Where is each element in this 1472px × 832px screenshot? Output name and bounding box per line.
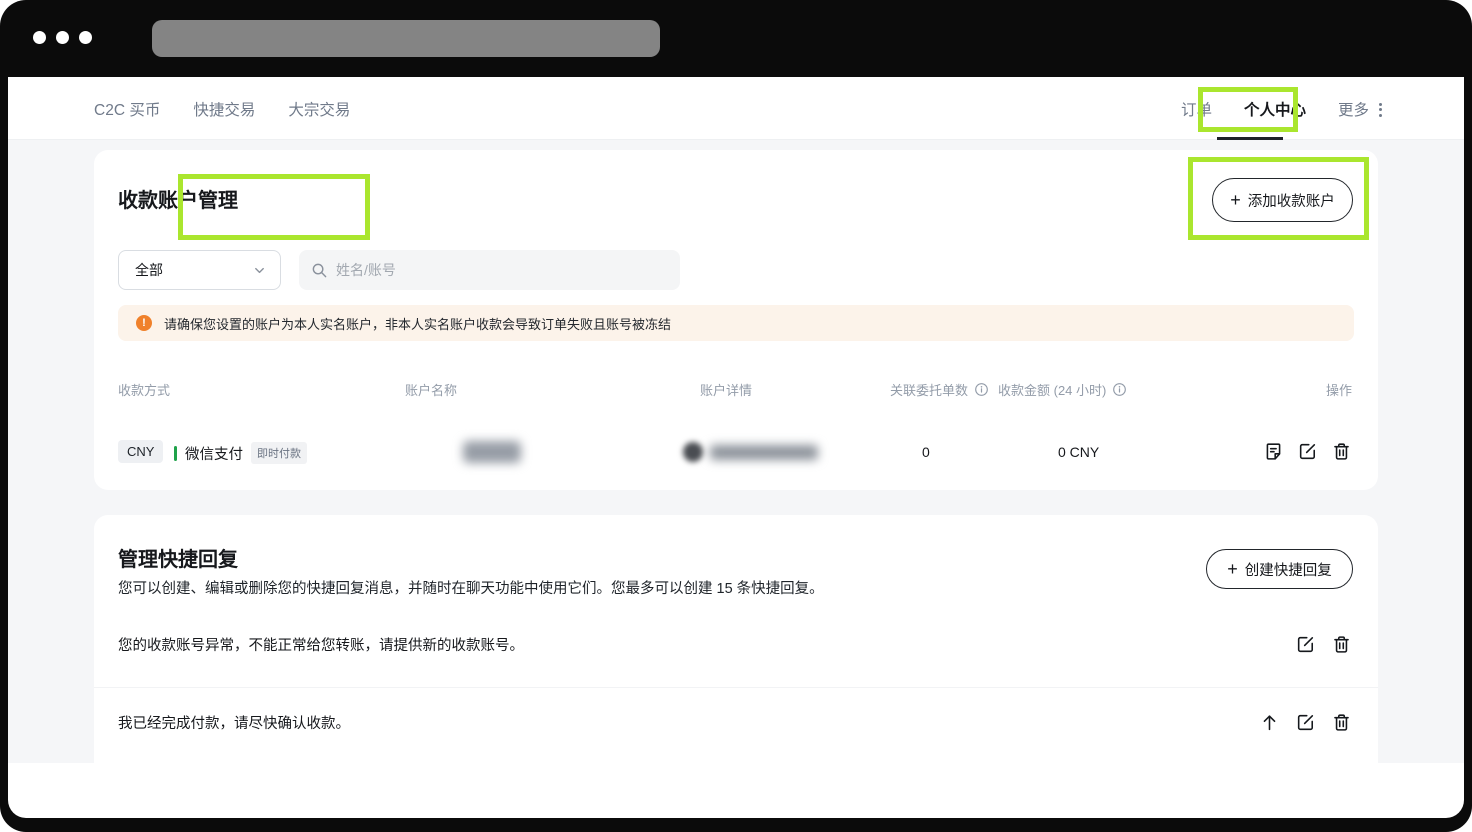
quick-replies-card: 管理快捷回复 您可以创建、编辑或删除您的快捷回复消息，并随时在聊天功能中使用它们… [94,515,1378,763]
quick-replies-description: 您可以创建、编辑或删除您的快捷回复消息，并随时在聊天功能中使用它们。您最多可以创… [118,577,824,598]
wechat-green-bar [174,446,177,461]
warning-icon: ! [136,315,152,331]
account-search-box [299,250,680,290]
search-icon [311,262,328,279]
edit-icon[interactable] [1295,712,1316,733]
traffic-light-minimize[interactable] [56,31,69,44]
col-header-amount-24h: 收款金额 (24 小时) [998,380,1127,399]
account-avatar-redacted [683,442,703,462]
account-search-input[interactable] [336,262,668,278]
amount-24h-value: 0 CNY [1058,444,1099,460]
quick-reply-text: 我已经完成付款，请尽快确认收款。 [118,712,350,733]
create-quick-reply-label: 创建快捷回复 [1245,559,1332,580]
traffic-light-close[interactable] [33,31,46,44]
top-nav: C2C 买币 快捷交易 大宗交易 订单 个人中心 更多 [8,77,1464,140]
edit-icon[interactable] [1295,634,1316,655]
edit-icon[interactable] [1297,441,1318,462]
payment-accounts-card: 收款账户管理 + 添加收款账户 全部 ! [94,150,1378,490]
col-header-method: 收款方式 [118,380,170,399]
delete-icon[interactable] [1331,634,1352,655]
quick-reply-row: 您的收款账号异常，不能正常给您转账，请提供新的收款账号。 [94,611,1378,677]
info-icon[interactable] [1112,382,1127,397]
address-bar[interactable] [152,20,660,57]
col-header-account-detail: 账户详情 [700,380,752,399]
payment-account-row: CNY 微信支付 即时付款 0 0 CNY [94,430,1378,474]
col-header-account-name: 账户名称 [405,380,457,399]
quick-reply-row: 我已经完成付款，请尽快确认收款。 [94,687,1378,757]
main-content: 收款账户管理 + 添加收款账户 全部 ! [8,140,1464,763]
filter-selected-value: 全部 [135,260,163,280]
nav-item-block-trade[interactable]: 大宗交易 [288,98,350,120]
delete-icon[interactable] [1331,441,1352,462]
screenshot-root: C2C 买币 快捷交易 大宗交易 订单 个人中心 更多 收款账户管理 [0,0,1472,832]
plus-icon: + [1230,191,1241,209]
delete-icon[interactable] [1331,712,1352,733]
real-name-warning-banner: ! 请确保您设置的账户为本人实名账户，非本人实名账户收款会导致订单失败且账号被冻… [118,305,1354,341]
info-icon[interactable] [974,382,989,397]
nav-left-group: C2C 买币 快捷交易 大宗交易 [94,77,350,140]
nav-item-orders[interactable]: 订单 [1181,98,1212,120]
add-payment-account-button[interactable]: + 添加收款账户 [1212,178,1353,222]
col-header-actions: 操作 [1326,380,1352,399]
amount-24h-label: 收款金额 (24 小时) [998,380,1106,399]
linked-orders-value: 0 [922,444,930,460]
nav-item-profile-center[interactable]: 个人中心 [1244,98,1306,120]
account-detail-redacted [710,445,818,460]
browser-window-frame: C2C 买币 快捷交易 大宗交易 订单 个人中心 更多 收款账户管理 [0,0,1472,832]
linked-orders-label: 关联委托单数 [890,380,968,399]
payment-accounts-title: 收款账户管理 [118,184,238,213]
create-quick-reply-button[interactable]: + 创建快捷回复 [1206,549,1353,589]
move-up-icon[interactable] [1259,712,1280,733]
plus-icon: + [1227,560,1238,578]
col-header-linked-orders: 关联委托单数 [890,380,989,399]
nav-right-group: 订单 个人中心 更多 [1181,77,1382,140]
note-icon[interactable] [1263,441,1284,462]
quick-reply-text: 您的收款账号异常，不能正常给您转账，请提供新的收款账号。 [118,634,524,655]
payment-type-filter-dropdown[interactable]: 全部 [118,250,281,290]
row-actions [1263,441,1352,462]
account-name-redacted [463,441,521,463]
page-viewport: C2C 买币 快捷交易 大宗交易 订单 个人中心 更多 收款账户管理 [8,77,1464,818]
warning-text: 请确保您设置的账户为本人实名账户，非本人实名账户收款会导致订单失败且账号被冻结 [164,314,671,333]
payment-method: 微信支付 即时付款 [174,442,307,464]
nav-item-c2c-buy[interactable]: C2C 买币 [94,98,160,120]
more-vertical-icon[interactable] [1379,101,1382,117]
instant-pay-badge: 即时付款 [251,442,307,464]
chevron-down-icon [253,264,266,277]
quick-reply-actions [1259,712,1352,733]
currency-badge: CNY [118,440,163,463]
quick-replies-title: 管理快捷回复 [118,543,238,572]
quick-reply-actions [1295,634,1352,655]
nav-item-more[interactable]: 更多 [1338,98,1369,120]
add-payment-account-label: 添加收款账户 [1248,190,1335,211]
traffic-light-zoom[interactable] [79,31,92,44]
nav-item-express-trade[interactable]: 快捷交易 [193,98,255,120]
payment-method-name: 微信支付 [185,443,243,464]
